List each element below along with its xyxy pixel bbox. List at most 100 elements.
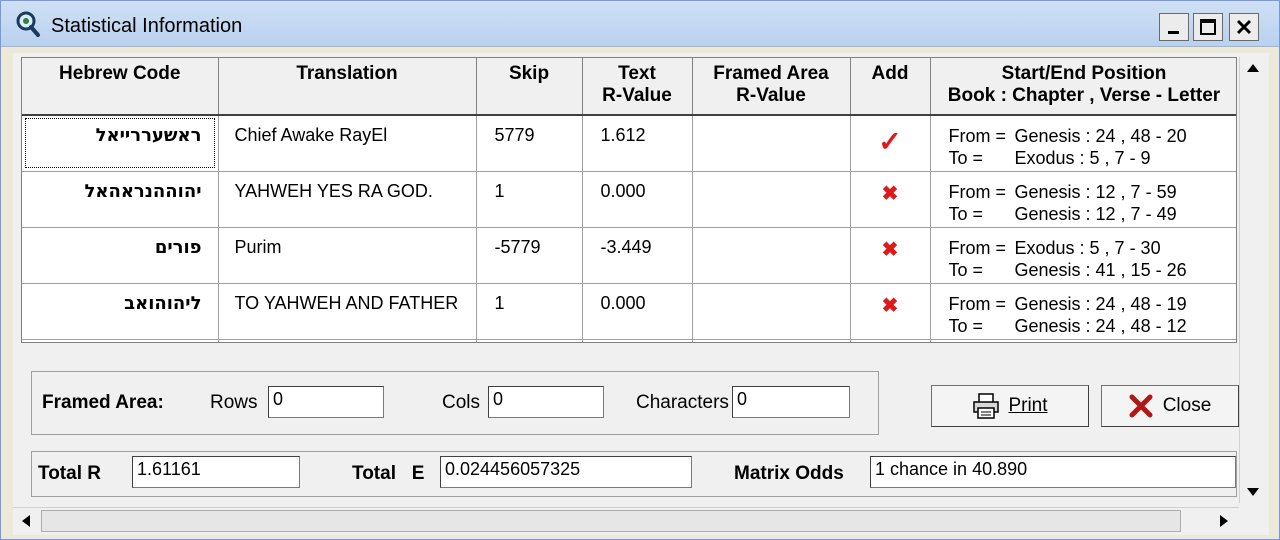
framed-area-panel: Framed Area: Rows 0 Cols 0 Characters 0 (31, 371, 879, 435)
from-label: From = (948, 237, 1007, 258)
column-header-start-end-position[interactable]: Start/End Position Book : Chapter , Verse… (930, 58, 1236, 116)
from-line: From = Genesis : 24 , 48 - 20 (948, 125, 1237, 147)
text-r-value-cell[interactable]: -3.449 (582, 227, 693, 284)
table-row[interactable]: יהוההנראהאל YAHWEH YES RA GOD. 1 0.000 ✖ From… (22, 171, 1237, 228)
close-window-button[interactable] (1229, 13, 1259, 41)
scroll-down-button[interactable] (1240, 481, 1266, 503)
matrix-odds-label: Matrix Odds (734, 463, 844, 484)
column-header-text: Text (618, 63, 656, 84)
hebrew-code-cell[interactable]: ליהוהואב (22, 283, 219, 340)
print-label: Print (1008, 395, 1048, 416)
to-label: To = (948, 148, 984, 168)
empty-cell (930, 339, 1236, 342)
vertical-scrollbar[interactable] (1239, 57, 1267, 503)
add-cell[interactable]: ✖ (850, 283, 931, 340)
column-header-subtext: R-Value (736, 85, 806, 106)
table-row[interactable]: ראשעררייאל Chief Awake RayEl 5779 1.612 ✓ Fro… (22, 115, 1237, 172)
matrix-odds-field[interactable]: 1 chance in 40.890 (870, 456, 1236, 488)
empty-row (22, 339, 1236, 342)
skip-cell[interactable]: 1 (476, 283, 583, 340)
from-line: From = Genesis : 12 , 7 - 59 (949, 181, 1237, 203)
total-r-field[interactable]: 1.61161 (132, 456, 300, 488)
to-value: Genesis : 24 , 48 - 12 (1014, 315, 1187, 336)
printer-icon (973, 393, 1000, 419)
column-header-subtext: R-Value (602, 85, 672, 106)
column-header-text: Skip (508, 63, 550, 84)
column-header-translation[interactable]: Translation (218, 58, 477, 116)
client-area: Hebrew Code Translation Skip Text R-Value Fra… (13, 53, 1269, 535)
cols-label: Cols (442, 392, 481, 413)
scroll-up-button[interactable] (1240, 57, 1266, 79)
hebrew-code-cell[interactable]: יהוההנראהאל (22, 171, 219, 228)
horizontal-scroll-thumb[interactable] (41, 510, 1181, 532)
position-cell[interactable]: From = Genesis : 24 , 48 - 19 To = Genesis … (930, 283, 1236, 340)
framed-r-value-cell[interactable] (692, 171, 851, 228)
from-label: From = (948, 293, 1007, 314)
to-line: To = Genesis : 12 , 7 - 49 (948, 203, 1237, 225)
cols-input[interactable]: 0 (488, 386, 604, 418)
print-button[interactable]: Print (931, 385, 1089, 427)
window-title: Statistical Information (51, 15, 243, 37)
text-r-value-cell[interactable]: 0.000 (582, 171, 693, 228)
translation-cell[interactable]: Purim (218, 227, 477, 284)
scroll-left-button[interactable] (13, 510, 39, 532)
translation-cell[interactable]: Chief Awake RayEl (218, 115, 477, 172)
to-label: To = (948, 203, 984, 224)
x-icon: ✖ (881, 238, 899, 261)
table-row[interactable]: ליהוהואב TO YAHWEH AND FATHER 1 0.000 ✖ From … (22, 283, 1236, 340)
close-button[interactable]: Close (1101, 385, 1239, 427)
column-header-text-r-value[interactable]: Text R-Value (582, 58, 693, 116)
scroll-right-button[interactable] (1211, 510, 1237, 532)
from-line: From = Exodus : 5 , 7 - 30 (948, 237, 1237, 259)
skip-cell[interactable]: 1 (476, 171, 583, 228)
add-cell[interactable]: ✖ (850, 227, 931, 284)
hebrew-code-cell[interactable]: ראשעררייאל (22, 115, 219, 172)
results-grid[interactable]: Hebrew Code Translation Skip Text R-Value Fra… (21, 57, 1237, 343)
add-cell[interactable]: ✓ (850, 115, 931, 172)
text-r-value-cell[interactable]: 1.612 (582, 115, 693, 172)
arrow-up-icon (1247, 64, 1259, 72)
totals-panel: Total R 1.61161 Total E 0.024456057325 M… (31, 451, 1237, 497)
arrow-down-icon (1247, 488, 1259, 496)
hebrew-code-cell[interactable]: פורים (22, 227, 219, 284)
column-header-hebrew-code[interactable]: Hebrew Code (22, 58, 219, 116)
position-cell[interactable]: From = Exodus : 5 , 7 - 30 To = Genesis : 4… (930, 227, 1237, 284)
skip-cell[interactable]: -5779 (476, 227, 583, 284)
x-icon: ✖ (881, 294, 899, 317)
rows-label: Rows (210, 392, 258, 413)
framed-r-value-cell[interactable] (692, 227, 851, 284)
minimize-button[interactable] (1159, 13, 1189, 41)
to-label: To = (948, 259, 984, 280)
empty-cell (22, 339, 219, 342)
column-header-framed-area-r-value[interactable]: Framed Area R-Value (692, 58, 851, 116)
check-icon: ✓ (878, 126, 902, 157)
skip-cell[interactable]: 5779 (476, 115, 583, 172)
translation-cell[interactable]: TO YAHWEH AND FATHER (218, 283, 477, 340)
position-cell[interactable]: From = Genesis : 12 , 7 - 59 To = Genesis :… (930, 171, 1237, 228)
from-value: Genesis : 24 , 48 - 20 (1014, 126, 1187, 146)
add-cell[interactable]: ✖ (850, 171, 931, 228)
column-header-subtext: Book : Chapter , Verse - Letter (947, 85, 1221, 106)
framed-area-label: Framed Area: (42, 392, 164, 413)
column-header-text: Translation (296, 63, 398, 84)
from-label: From = (948, 126, 1007, 146)
maximize-button[interactable] (1193, 13, 1223, 41)
arrow-right-icon (1220, 515, 1228, 527)
position-cell[interactable]: From = Genesis : 24 , 48 - 20 To = Exodus :… (930, 115, 1237, 172)
to-value: Genesis : 41 , 15 - 26 (1014, 259, 1187, 280)
horizontal-scrollbar[interactable] (13, 507, 1239, 533)
statistical-information-window: Statistical Information Hebrew Code Trans… (0, 0, 1280, 540)
framed-r-value-cell[interactable] (692, 283, 851, 340)
title-bar[interactable]: Statistical Information (1, 1, 1279, 47)
column-header-text: Start/End Position (1001, 63, 1167, 84)
text-r-value-cell[interactable]: 0.000 (582, 283, 693, 340)
rows-input[interactable]: 0 (268, 386, 384, 418)
column-header-add[interactable]: Add (850, 58, 931, 116)
translation-cell[interactable]: YAHWEH YES RA GOD. (218, 171, 477, 228)
empty-cell (582, 339, 693, 342)
column-header-skip[interactable]: Skip (476, 58, 583, 116)
characters-input[interactable]: 0 (732, 386, 850, 418)
framed-r-value-cell[interactable] (692, 115, 851, 172)
table-row[interactable]: פורים Purim -5779 -3.449 ✖ From = Exodus : 5 ,… (22, 227, 1237, 284)
total-e-field[interactable]: 0.024456057325 (440, 456, 692, 488)
